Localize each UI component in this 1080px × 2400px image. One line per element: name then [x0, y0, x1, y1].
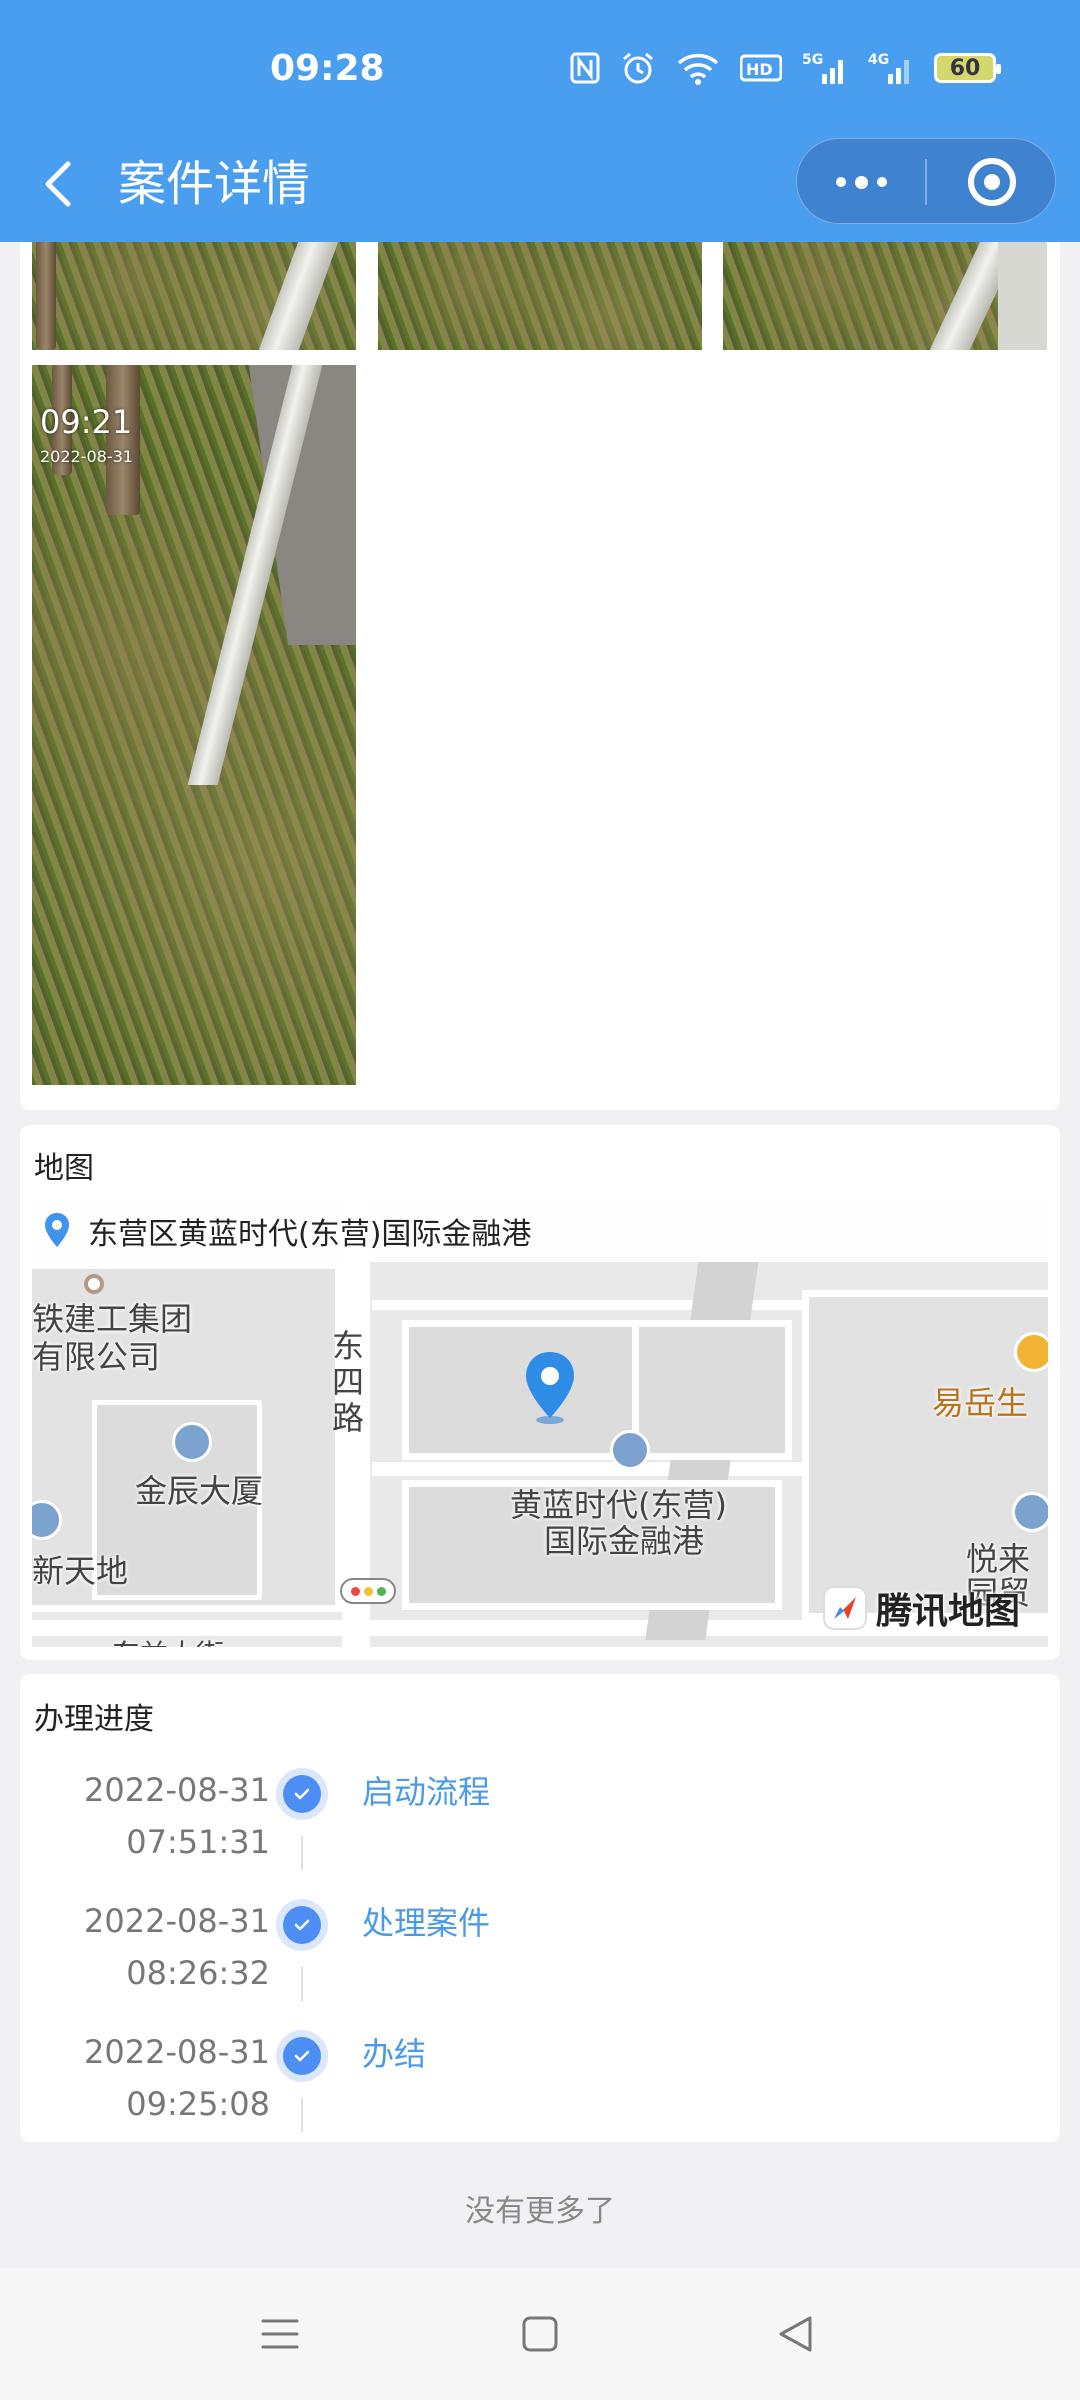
close-miniprogram-button[interactable] — [927, 139, 1057, 225]
step-connector — [301, 1967, 303, 2001]
step-connector — [301, 1836, 303, 1870]
map-address-bar: 东营区黄蓝时代(东营)国际金融港 — [32, 1200, 1048, 1262]
step-label[interactable]: 办结 — [362, 2032, 426, 2076]
no-more-text: 没有更多了 — [465, 2194, 615, 2229]
map-label: 东益大街 — [112, 1636, 224, 1647]
building-poi-icon — [172, 1422, 212, 1462]
step-label[interactable]: 启动流程 — [362, 1770, 490, 1814]
step-connector — [301, 2098, 303, 2132]
location-pin-icon — [45, 1213, 69, 1247]
building-poi-icon — [610, 1430, 650, 1470]
progress-step: 2022-08-31 07:51:31 启动流程 — [20, 1764, 1060, 1884]
back-button[interactable] — [725, 2268, 865, 2400]
system-navigation-bar — [0, 2268, 1080, 2400]
step-datetime: 2022-08-31 09:25:08 — [84, 2033, 270, 2123]
photos-card: 09:21 2022-08-31 — [20, 200, 1060, 1110]
map-address: 东营区黄蓝时代(东营)国际金融港 — [88, 1217, 532, 1252]
battery-indicator: 60 — [934, 53, 1001, 83]
progress-section-title: 办理进度 — [34, 1702, 154, 1737]
map-section-title: 地图 — [34, 1151, 94, 1186]
map-label: 国际金融港 — [544, 1522, 705, 1560]
page-title: 案件详情 — [118, 156, 311, 212]
tencent-map-icon — [823, 1586, 867, 1630]
status-bar: 09:28 HD 5G 4G 60 — [0, 0, 1080, 140]
nav-bar: 案件详情 — [0, 130, 1080, 242]
case-photo-1[interactable] — [32, 240, 356, 350]
more-icon — [835, 177, 846, 187]
close-miniprogram-icon — [968, 158, 1016, 206]
header: 09:28 HD 5G 4G 60 案件详情 — [0, 0, 1080, 242]
tencent-map-logo: 腾讯地图 — [822, 1582, 1020, 1634]
map-label: 易岳生 — [932, 1384, 1029, 1422]
map-label: 有限公司 — [32, 1338, 161, 1376]
station-poi-icon — [84, 1274, 104, 1294]
progress-step: 2022-08-31 08:26:32 处理案件 — [20, 1895, 1060, 2015]
map-label: 金辰大厦 — [135, 1472, 264, 1510]
progress-step: 2022-08-31 09:25:08 办结 — [20, 2026, 1060, 2146]
traffic-light-icon — [340, 1578, 396, 1604]
progress-card: 办理进度 2022-08-31 07:51:31 启动流程 2022-08-31 0… — [20, 1674, 1060, 2142]
map-label: 黄蓝时代(东营) — [510, 1486, 727, 1524]
menu-icon — [261, 2319, 299, 2349]
step-datetime: 2022-08-31 08:26:32 — [84, 1902, 270, 1992]
tencent-map-logo-text: 腾讯地图 — [876, 1591, 1021, 1632]
back-arrow-icon[interactable] — [34, 154, 84, 214]
signal-5g-icon: 5G — [802, 52, 843, 84]
miniprogram-capsule — [796, 138, 1056, 224]
case-photo-2[interactable] — [378, 240, 702, 350]
map-road-label: 东四路 — [332, 1327, 365, 1437]
wifi-icon — [677, 53, 719, 85]
map-label: 铁建工集团 — [32, 1300, 193, 1338]
home-button[interactable] — [470, 2268, 610, 2400]
map-view[interactable]: 东营区黄蓝时代(东营)国际金融港 铁建工集团 有限公司 东四路 金辰大厦 新天地… — [32, 1200, 1048, 1647]
home-square-icon — [522, 2316, 558, 2352]
signal-4g-icon: 4G — [868, 52, 909, 84]
svg-text:5G: 5G — [802, 52, 823, 68]
alarm-icon — [623, 52, 653, 84]
photo-stamp-time: 09:21 — [40, 403, 133, 441]
step-datetime: 2022-08-31 07:51:31 — [84, 1771, 270, 1861]
map-label: 悦来 — [966, 1540, 1031, 1578]
map-marker-icon[interactable] — [522, 1350, 578, 1426]
step-check-icon — [276, 2030, 328, 2082]
svg-text:HD: HD — [746, 60, 773, 79]
more-button[interactable] — [797, 139, 925, 225]
nfc-icon — [570, 52, 600, 84]
step-check-icon — [276, 1768, 328, 1820]
hd-icon: HD — [740, 54, 782, 82]
recent-apps-button[interactable] — [210, 2268, 350, 2400]
back-triangle-icon — [779, 2316, 812, 2352]
map-label: 新天地 — [32, 1552, 129, 1590]
map-card: 地图 东营区黄蓝时代(东营)国际金融港 铁建工集团 有限公司 东四路 金辰大厦 … — [20, 1125, 1060, 1660]
step-label[interactable]: 处理案件 — [362, 1901, 490, 1945]
photo-stamp-date: 2022-08-31 — [40, 447, 133, 466]
step-check-icon — [276, 1899, 328, 1951]
shop-poi-icon — [1014, 1332, 1048, 1372]
case-photo-3[interactable] — [723, 240, 1047, 350]
svg-text:4G: 4G — [868, 52, 889, 68]
building-poi-icon — [1012, 1492, 1048, 1532]
status-time: 09:28 — [270, 48, 385, 89]
case-photo-4[interactable]: 09:21 2022-08-31 — [32, 365, 356, 1085]
status-icons: HD 5G 4G 60 — [570, 50, 1001, 86]
